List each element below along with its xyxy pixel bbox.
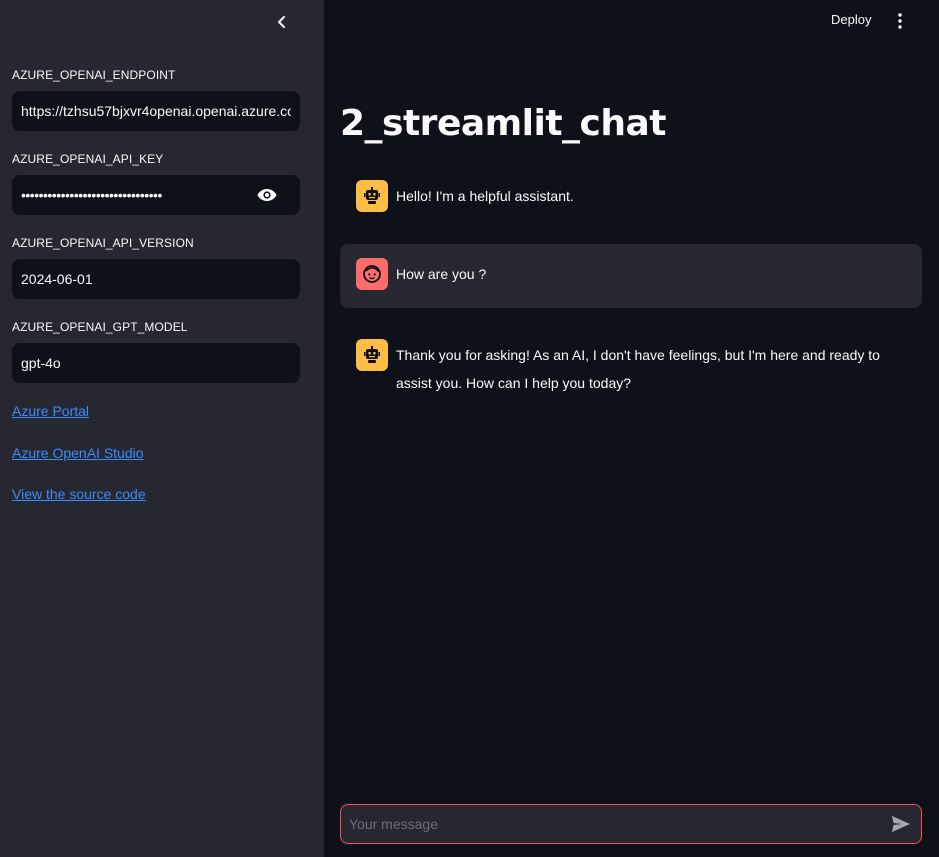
more-vertical-icon [898,13,902,29]
page-title: 2_streamlit_chat [340,103,667,144]
chat-message-assistant: Thank you for asking! As an AI, I don't … [340,325,922,411]
assistant-avatar [356,180,388,212]
robot-icon [364,346,380,363]
chat-input[interactable] [349,816,889,832]
gpt-model-label: AZURE_OPENAI_GPT_MODEL [12,320,188,334]
main-menu-button[interactable] [890,10,910,32]
chat-message-text: Thank you for asking! As an AI, I don't … [396,347,880,391]
chat-message-user: How are you ? [340,244,922,308]
azure-openai-studio-link[interactable]: Azure OpenAI Studio [12,445,144,461]
robot-icon [364,187,380,204]
deploy-button[interactable]: Deploy [831,12,871,27]
send-button[interactable] [889,812,913,836]
endpoint-field[interactable] [12,91,300,131]
chat-message-text: Hello! I'm a helpful assistant. [396,188,574,204]
chat-message-assistant: Hello! I'm a helpful assistant. [340,166,922,226]
user-avatar [356,258,388,290]
api-version-input[interactable] [21,271,291,287]
endpoint-input[interactable] [21,103,291,119]
gpt-model-field[interactable] [12,343,300,383]
eye-icon [257,189,277,201]
main-content: Deploy 2_streamlit_chat Hello! I'm a hel… [324,0,939,857]
collapse-sidebar-button[interactable] [270,10,294,34]
send-icon [892,816,910,832]
azure-portal-link[interactable]: Azure Portal [12,403,89,419]
view-source-code-link[interactable]: View the source code [12,486,146,502]
api-key-field[interactable]: •••••••••••••••••••••••••••••••• [12,175,300,215]
api-version-field[interactable] [12,259,300,299]
show-password-button[interactable] [255,183,279,207]
face-icon [363,265,381,283]
chat-input-box[interactable] [340,804,922,844]
gpt-model-input[interactable] [21,355,291,371]
sidebar: AZURE_OPENAI_ENDPOINT AZURE_OPENAI_API_K… [0,0,324,857]
chevron-left-icon [278,16,285,28]
api-key-masked-value[interactable]: •••••••••••••••••••••••••••••••• [21,187,255,203]
api-key-label: AZURE_OPENAI_API_KEY [12,152,164,166]
assistant-avatar [356,339,388,371]
api-version-label: AZURE_OPENAI_API_VERSION [12,236,194,250]
endpoint-label: AZURE_OPENAI_ENDPOINT [12,68,176,82]
chat-message-text: How are you ? [396,266,487,282]
